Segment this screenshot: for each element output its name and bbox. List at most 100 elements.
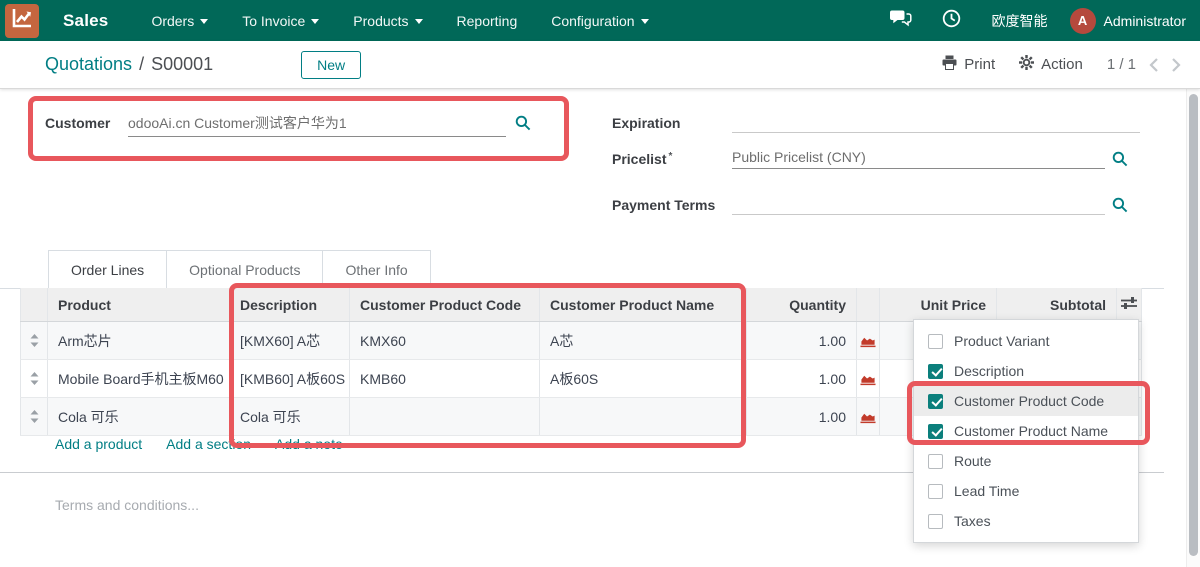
tab-optional-products[interactable]: Optional Products (167, 250, 323, 288)
dropdown-item-product-variant[interactable]: Product Variant (914, 326, 1138, 356)
drag-handle-icon[interactable] (20, 322, 48, 359)
checkbox-unchecked[interactable] (928, 454, 943, 469)
dropdown-item-label: Route (954, 453, 991, 469)
pager-next-icon[interactable] (1171, 57, 1182, 73)
navbar-systray: 欧度智能 A Administrator (875, 0, 1200, 41)
dropdown-item-label: Product Variant (954, 333, 1049, 349)
tab-order-lines[interactable]: Order Lines (48, 250, 167, 288)
cell-product[interactable]: Cola 可乐 (48, 398, 230, 435)
pager-previous-icon[interactable] (1148, 57, 1159, 73)
cell-product[interactable]: Arm芯片 (48, 322, 230, 359)
customer-search-icon[interactable] (515, 115, 531, 136)
cell-description[interactable]: [KMX60] A芯 (230, 322, 350, 359)
menu-orders-label: Orders (151, 13, 194, 29)
dropdown-item-label: Lead Time (954, 483, 1019, 499)
new-button[interactable]: New (301, 51, 361, 79)
menu-products-label: Products (353, 13, 408, 29)
forecast-chart-icon[interactable] (857, 398, 880, 435)
cell-customer-product-name[interactable]: A板60S (540, 360, 747, 397)
required-asterisk: * (668, 151, 672, 162)
activities-button[interactable] (927, 0, 976, 41)
forecast-chart-icon[interactable] (857, 360, 880, 397)
checkbox-unchecked[interactable] (928, 484, 943, 499)
payment-terms-label: Payment Terms (612, 197, 715, 213)
drag-handle-icon[interactable] (20, 398, 48, 435)
top-navbar: Sales Orders To Invoice Products Reporti… (0, 0, 1200, 41)
dropdown-item-label: Description (954, 363, 1024, 379)
pricelist-input[interactable]: Public Pricelist (CNY) (732, 149, 1105, 169)
add-a-section-link[interactable]: Add a section (166, 436, 251, 452)
optional-columns-toggle[interactable] (1117, 288, 1142, 321)
cell-product[interactable]: Mobile Board手机主板M60 (48, 360, 230, 397)
header-unit-price[interactable]: Unit Price (880, 288, 997, 321)
dropdown-item-taxes[interactable]: Taxes (914, 506, 1138, 536)
control-panel: Quotations / S00001 New Print (0, 41, 1200, 89)
expiration-input[interactable] (732, 113, 1140, 133)
menu-configuration[interactable]: Configuration (534, 0, 665, 41)
cell-customer-product-code[interactable]: KMB60 (350, 360, 540, 397)
checkbox-unchecked[interactable] (928, 334, 943, 349)
cell-customer-product-name[interactable]: A芯 (540, 322, 747, 359)
menu-configuration-label: Configuration (551, 13, 634, 29)
control-panel-right: Print Action (942, 55, 1182, 74)
dropdown-item-description[interactable]: Description (914, 356, 1138, 386)
dropdown-item-customer-product-name[interactable]: Customer Product Name (914, 416, 1138, 446)
forecast-chart-icon[interactable] (857, 322, 880, 359)
dropdown-item-customer-product-code[interactable]: Customer Product Code (914, 386, 1138, 416)
header-quantity[interactable]: Quantity (747, 288, 857, 321)
add-a-note-link[interactable]: Add a note (275, 436, 343, 452)
header-forecast-cell (857, 288, 880, 321)
chat-bubbles-icon (890, 9, 912, 32)
pricelist-search-icon[interactable] (1112, 151, 1128, 172)
avatar: A (1070, 8, 1096, 34)
sales-app-logo[interactable] (5, 4, 39, 38)
breadcrumb-quotations-link[interactable]: Quotations (45, 54, 132, 75)
expiration-label: Expiration (612, 115, 680, 131)
customer-input[interactable]: odooAi.cn Customer测试客户华为1 (128, 113, 506, 137)
app-name[interactable]: Sales (63, 11, 108, 31)
header-description[interactable]: Description (230, 288, 350, 321)
cell-description[interactable]: [KMB60] A板60S (230, 360, 350, 397)
cell-customer-product-code[interactable]: KMX60 (350, 322, 540, 359)
checkbox-checked[interactable] (928, 394, 943, 409)
menu-reporting[interactable]: Reporting (440, 0, 535, 41)
table-header-row: Product Description Customer Product Cod… (20, 288, 1142, 322)
print-button[interactable]: Print (942, 55, 995, 74)
pager-count: 1 / 1 (1107, 56, 1136, 73)
messages-button[interactable] (875, 0, 927, 41)
cell-customer-product-name[interactable] (540, 398, 747, 435)
customer-label: Customer (45, 115, 110, 131)
cell-quantity[interactable]: 1.00 (747, 360, 857, 397)
checkbox-unchecked[interactable] (928, 514, 943, 529)
cell-quantity[interactable]: 1.00 (747, 322, 857, 359)
clock-icon (942, 9, 961, 33)
action-button[interactable]: Action (1019, 55, 1083, 74)
menu-orders[interactable]: Orders (134, 0, 225, 41)
cell-description[interactable]: Cola 可乐 (230, 398, 350, 435)
payment-terms-input[interactable] (732, 195, 1105, 215)
table-footer-links: Add a product Add a section Add a note (55, 436, 343, 452)
cell-customer-product-code[interactable] (350, 398, 540, 435)
menu-to-invoice[interactable]: To Invoice (225, 0, 336, 41)
checkbox-checked[interactable] (928, 424, 943, 439)
user-menu[interactable]: A Administrator (1064, 8, 1200, 34)
drag-handle-icon[interactable] (20, 360, 48, 397)
dropdown-item-label: Customer Product Name (954, 423, 1108, 439)
header-subtotal[interactable]: Subtotal (997, 288, 1117, 321)
header-customer-product-code[interactable]: Customer Product Code (350, 288, 540, 321)
menu-products[interactable]: Products (336, 0, 439, 41)
company-menu[interactable]: 欧度智能 (976, 11, 1064, 31)
payment-terms-search-icon[interactable] (1112, 197, 1128, 218)
terms-and-conditions-input[interactable]: Terms and conditions... (55, 497, 199, 513)
cell-quantity[interactable]: 1.00 (747, 398, 857, 435)
add-a-product-link[interactable]: Add a product (55, 436, 142, 452)
dropdown-item-lead-time[interactable]: Lead Time (914, 476, 1138, 506)
header-customer-product-name[interactable]: Customer Product Name (540, 288, 747, 321)
dropdown-item-route[interactable]: Route (914, 446, 1138, 476)
scrollbar-thumb[interactable] (1189, 94, 1198, 556)
printer-icon (942, 55, 957, 74)
menu-to-invoice-label: To Invoice (242, 13, 305, 29)
checkbox-checked[interactable] (928, 364, 943, 379)
tab-other-info[interactable]: Other Info (323, 250, 430, 288)
header-product[interactable]: Product (48, 288, 230, 321)
